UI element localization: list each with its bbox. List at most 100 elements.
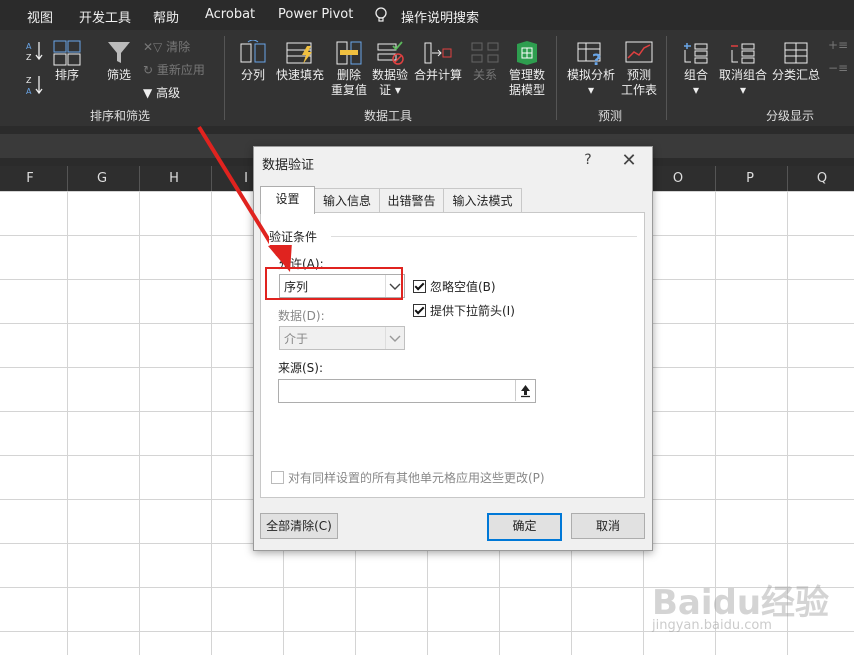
subtotal-label: 分类汇总 <box>771 68 820 82</box>
reapply-icon: ↻ <box>143 63 154 77</box>
clear-filter-label: 清除 <box>166 40 191 54</box>
group-button[interactable]: 组合 ▾ <box>678 40 714 98</box>
chevron-down-icon <box>385 327 404 349</box>
text-to-columns-button[interactable]: 分列 <box>236 40 270 83</box>
clear-filter-button[interactable]: ✕▽ 清除 <box>143 38 190 55</box>
svg-text:A: A <box>26 42 32 51</box>
data-model-label-1: 管理数 <box>508 68 545 82</box>
menu-help[interactable]: 帮助 <box>153 7 179 26</box>
sort-button[interactable]: 排序 <box>50 40 84 83</box>
what-if-analysis-button[interactable]: ? 模拟分析 ▾ <box>564 40 618 98</box>
tab-ime-mode[interactable]: 输入法模式 <box>443 188 522 213</box>
chevron-down-icon: ▾ <box>587 83 595 97</box>
settings-panel: 验证条件 允许(A): 序列 忽略空值(B) 提供下拉箭头(I) 数据(D): … <box>260 212 645 498</box>
relationships-label: 关系 <box>472 68 497 82</box>
column-header-h[interactable]: H <box>139 171 209 186</box>
tab-settings[interactable]: 设置 <box>260 186 315 214</box>
cancel-button[interactable]: 取消 <box>571 513 645 539</box>
clear-all-button[interactable]: 全部清除(C) <box>260 513 338 539</box>
menu-developer[interactable]: 开发工具 <box>79 7 131 26</box>
data-operator-select[interactable]: 介于 <box>279 326 405 350</box>
filter-button[interactable]: 筛选 <box>102 40 136 83</box>
remove-duplicates-label-1: 删除 <box>336 68 361 82</box>
svg-text:Z: Z <box>26 76 32 85</box>
sort-desc-icon[interactable]: ZA <box>26 74 44 98</box>
ignore-blank-checkbox[interactable]: 忽略空值(B) <box>413 278 496 295</box>
what-if-label: 模拟分析 <box>566 68 615 82</box>
sort-filter-group-label: 排序和筛选 <box>90 109 151 123</box>
help-icon[interactable]: ? <box>579 152 597 168</box>
tab-input-message[interactable]: 输入信息 <box>314 188 380 213</box>
advanced-filter-button[interactable]: ▼ 高级 <box>143 84 180 101</box>
flash-fill-button[interactable]: 快速填充 <box>274 40 326 83</box>
apply-all-checkbox[interactable]: 对有同样设置的所有其他单元格应用这些更改(P) <box>271 469 545 486</box>
watermark-logo: Baidu经验 <box>652 583 830 623</box>
reapply-button[interactable]: ↻ 重新应用 <box>143 61 205 78</box>
data-validation-label-2: 证 <box>379 83 392 97</box>
source-label: 来源(S): <box>278 361 324 375</box>
data-tools-group-label: 数据工具 <box>364 109 413 123</box>
group-divider <box>224 36 225 120</box>
tell-me-search[interactable]: 操作说明搜索 <box>401 7 479 26</box>
relationships-button[interactable]: 关系 <box>468 40 502 83</box>
watermark-url: jingyan.baidu.com <box>652 618 772 633</box>
hide-detail-icon[interactable]: −≡ <box>828 61 848 75</box>
collapse-dialog-icon[interactable] <box>515 380 535 401</box>
data-operator-value: 介于 <box>284 332 309 346</box>
svg-text:Z: Z <box>26 53 32 62</box>
group-divider <box>556 36 557 120</box>
remove-duplicates-button[interactable]: 删除 重复值 <box>330 40 368 98</box>
consolidate-label: 合并计算 <box>413 68 462 82</box>
advanced-filter-label: 高级 <box>156 86 181 100</box>
menu-view[interactable]: 视图 <box>27 7 53 26</box>
consolidate-button[interactable]: 合并计算 <box>412 40 464 83</box>
data-validation-dialog: 数据验证 ? ✕ 设置 输入信息 出错警告 输入法模式 验证条件 允许(A): … <box>253 146 653 551</box>
checkbox-checked-icon <box>413 280 426 293</box>
close-icon[interactable]: ✕ <box>618 150 640 171</box>
flash-fill-label: 快速填充 <box>275 68 324 82</box>
subtotal-button[interactable]: 分类汇总 <box>770 40 822 83</box>
ungroup-label: 取消组合 <box>718 68 767 82</box>
reapply-label: 重新应用 <box>156 63 205 77</box>
sort-asc-icon[interactable]: AZ <box>26 40 44 64</box>
tab-error-alert[interactable]: 出错警告 <box>379 188 444 213</box>
split-label: 分列 <box>240 68 265 82</box>
menu-power-pivot[interactable]: Power Pivot <box>278 7 353 22</box>
ribbon: AZ ZA 排序 筛选 ✕▽ 清除 ↻ 重新应用 ▼ 高级 排序和筛选 分列 快… <box>0 30 854 126</box>
annotation-highlight-box <box>265 267 403 300</box>
clear-filter-icon: ✕▽ <box>143 40 163 54</box>
column-header-o[interactable]: O <box>643 171 713 186</box>
forecast-sheet-label-2: 工作表 <box>620 83 657 97</box>
forecast-group-label: 预测 <box>598 109 623 123</box>
criteria-divider <box>331 236 637 237</box>
column-header-q[interactable]: Q <box>787 171 854 186</box>
lightbulb-icon <box>374 7 388 27</box>
manage-data-model-button[interactable]: 管理数 据模型 <box>506 40 548 98</box>
checkbox-checked-icon <box>413 304 426 317</box>
ok-button[interactable]: 确定 <box>487 513 562 541</box>
menu-acrobat[interactable]: Acrobat <box>205 7 255 22</box>
forecast-sheet-button[interactable]: 预测 工作表 <box>620 40 658 98</box>
forecast-sheet-label-1: 预测 <box>626 68 651 82</box>
data-validation-label-1: 数据验 <box>371 68 408 82</box>
column-header-g[interactable]: G <box>67 171 137 186</box>
ignore-blank-label: 忽略空值(B) <box>430 280 496 294</box>
ungroup-button[interactable]: 取消组合 ▾ <box>718 40 768 98</box>
chevron-down-icon: ▾ <box>391 83 401 97</box>
column-header-f[interactable]: F <box>0 171 65 186</box>
chevron-down-icon: ▾ <box>692 83 700 97</box>
data-model-label-2: 据模型 <box>508 83 545 97</box>
criteria-legend: 验证条件 <box>269 228 322 245</box>
menu-bar: 视图 开发工具 帮助 Acrobat Power Pivot 操作说明搜索 <box>0 0 854 30</box>
source-input[interactable] <box>278 379 536 403</box>
in-cell-dropdown-checkbox[interactable]: 提供下拉箭头(I) <box>413 302 515 319</box>
remove-duplicates-label-2: 重复值 <box>330 83 367 97</box>
outline-group-label: 分级显示 <box>766 109 815 123</box>
filter-label: 筛选 <box>106 68 131 82</box>
svg-text:?: ? <box>592 50 601 66</box>
column-header-p[interactable]: P <box>715 171 785 186</box>
data-validation-button[interactable]: 数据验 证 ▾ <box>370 40 410 98</box>
group-label: 组合 <box>683 68 708 82</box>
checkbox-unchecked-icon <box>271 471 284 484</box>
show-detail-icon[interactable]: +≡ <box>828 38 848 52</box>
